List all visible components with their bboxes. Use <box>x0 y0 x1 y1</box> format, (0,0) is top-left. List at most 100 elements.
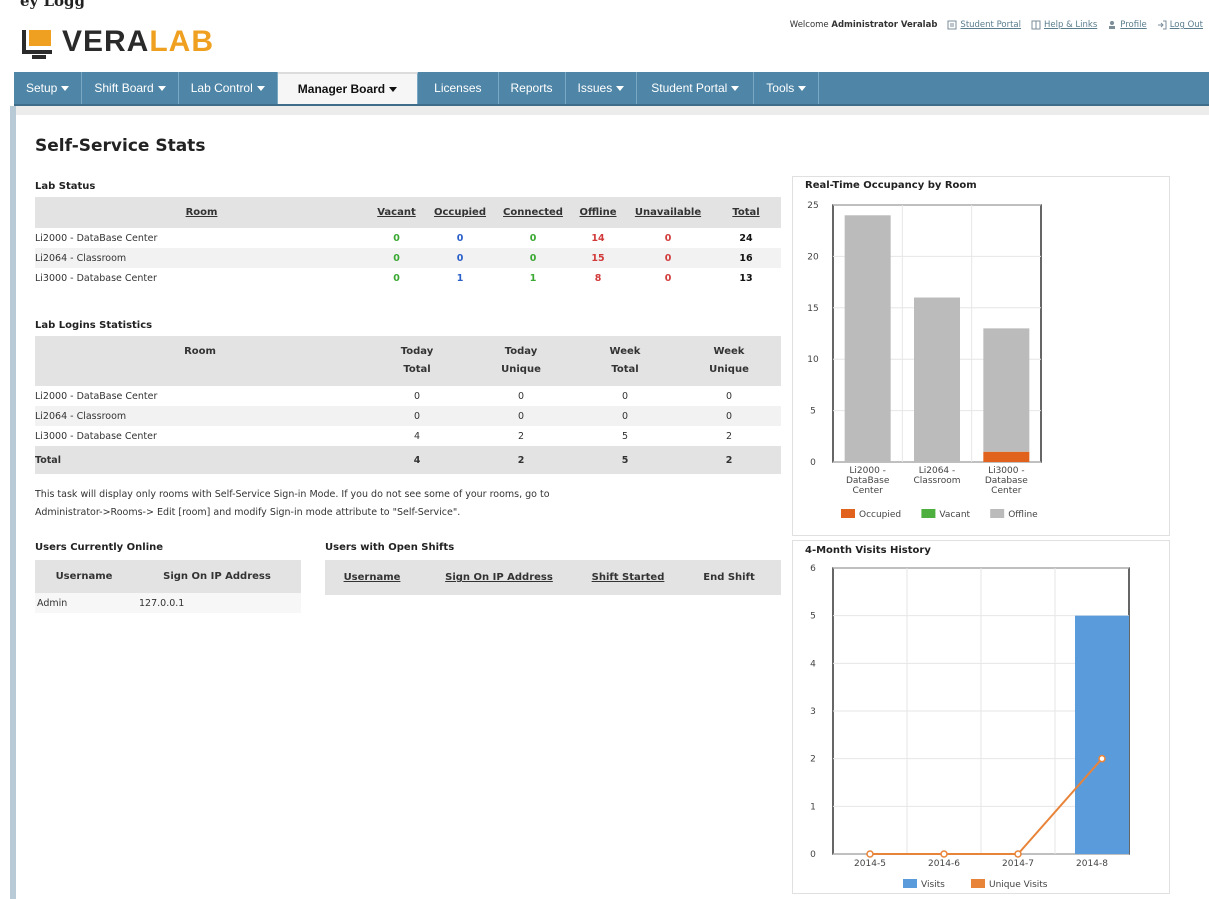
total-count: 16 <box>711 248 781 268</box>
y-tick-label: 15 <box>807 304 818 314</box>
table-row: Li2000 - DataBase Center 0 0 0 14 0 24 <box>35 228 781 248</box>
help-links-link[interactable]: Help & Links <box>1031 20 1097 30</box>
x-tick-label: Center <box>991 486 1022 496</box>
logo-text-vera: VERA <box>62 25 150 58</box>
table-row: Li2064 - Classroom 0 0 0 15 0 16 <box>35 248 781 268</box>
nav-tools-label: Tools <box>766 81 795 95</box>
unavailable-count: 0 <box>664 272 672 284</box>
student-portal-link[interactable]: Student Portal <box>947 20 1021 30</box>
nav-student-portal[interactable]: Student Portal <box>637 72 755 104</box>
x-tick-label: 2014-8 <box>1076 859 1108 869</box>
nav-reports[interactable]: Reports <box>499 72 566 104</box>
col-username[interactable]: Username <box>325 560 419 595</box>
col-shift-started[interactable]: Shift Started <box>579 560 677 595</box>
nav-shift-board[interactable]: Shift Board <box>82 72 179 104</box>
col-week-total-line2: Total <box>611 364 639 375</box>
col-vacant-label: Vacant <box>377 207 416 218</box>
nav-licenses-label: Licenses <box>434 81 482 95</box>
legend-label: Offline <box>1008 510 1038 520</box>
col-offline[interactable]: Offline <box>571 197 625 228</box>
col-username: Username <box>35 560 133 593</box>
col-occupied[interactable]: Occupied <box>425 197 495 228</box>
point-unique-visits <box>940 850 948 858</box>
y-tick-label: 2 <box>810 755 816 765</box>
legend-swatch <box>903 879 917 888</box>
users-online-title: Users Currently Online <box>35 542 164 553</box>
offline-count: 14 <box>591 232 605 244</box>
clipped-top-text: ey Logg <box>0 0 1209 10</box>
note-line-2: Administrator->Rooms-> Edit [room] and m… <box>35 507 461 518</box>
x-tick-label: Classroom <box>914 476 961 486</box>
logout-icon <box>1157 20 1167 30</box>
nav-issues[interactable]: Issues <box>566 72 638 104</box>
connected-count: 0 <box>529 232 537 244</box>
nav-lab-control[interactable]: Lab Control <box>179 72 278 104</box>
caret-down-icon <box>389 86 398 92</box>
col-connected[interactable]: Connected <box>495 197 571 228</box>
col-week-unique-line1: Week <box>713 346 745 357</box>
legend-swatch <box>971 879 985 888</box>
col-sign-on-ip-label: Sign On IP Address <box>163 571 271 582</box>
week-unique: 2 <box>725 430 733 442</box>
point-unique-visits <box>1014 850 1022 858</box>
col-total[interactable]: Total <box>711 197 781 228</box>
room-name: Li2000 - DataBase Center <box>35 390 158 402</box>
lab-status-table: Room Vacant Occupied Connected Offline U… <box>35 197 781 288</box>
nav-setup[interactable]: Setup <box>14 72 83 104</box>
col-sign-on-ip[interactable]: Sign On IP Address <box>419 560 579 595</box>
lab-logins-title: Lab Logins Statistics <box>35 320 153 331</box>
y-tick-label: 5 <box>810 612 816 622</box>
bar-occupied <box>983 451 1030 462</box>
profile-link[interactable]: Profile <box>1107 20 1147 30</box>
nav-manager-board[interactable]: Manager Board <box>277 72 419 104</box>
total-count: 24 <box>739 232 753 244</box>
note-line-1: This task will display only rooms with S… <box>35 489 550 500</box>
y-tick-label: 0 <box>810 458 816 468</box>
col-week-total-line1: Week <box>609 346 641 357</box>
veralab-logo[interactable]: VERALAB <box>22 24 214 60</box>
self-service-note: This task will display only rooms with S… <box>35 486 735 522</box>
week-total: 0 <box>573 406 677 426</box>
x-tick-label: Li2064 - <box>919 466 956 476</box>
col-shift-started-label: Shift Started <box>591 572 665 583</box>
week-total: 0 <box>621 390 629 402</box>
nav-issues-label: Issues <box>577 81 613 95</box>
online-ip-address: 127.0.0.1 <box>139 597 185 609</box>
col-offline-label: Offline <box>579 207 617 218</box>
occupancy-chart-title: Real-Time Occupancy by Room <box>805 180 977 191</box>
logout-link[interactable]: Log Out <box>1157 20 1203 30</box>
x-tick-label: 2014-6 <box>928 859 960 869</box>
unavailable-count: 0 <box>625 248 711 268</box>
point-unique-visits <box>1098 754 1106 763</box>
logo-monitor-icon <box>22 24 56 60</box>
main-nav: Setup Shift Board Lab Control Manager Bo… <box>14 72 1209 106</box>
occupancy-chart: 0510152025Li2000 -DataBaseCenterLi2064 -… <box>807 201 1042 520</box>
legend-swatch <box>990 509 1005 518</box>
col-vacant[interactable]: Vacant <box>368 197 425 228</box>
y-tick-label: 3 <box>810 707 816 717</box>
y-tick-label: 1 <box>810 802 816 812</box>
total-row: Total 4 2 5 2 <box>35 446 781 474</box>
table-row: Admin 127.0.0.1 <box>35 593 301 613</box>
col-username-label: Username <box>343 572 401 583</box>
occupied-count: 0 <box>456 232 464 244</box>
bar-offline <box>844 215 891 462</box>
open-shifts-table: Username Sign On IP Address Shift Starte… <box>325 560 781 595</box>
col-room[interactable]: Room <box>35 197 368 228</box>
week-unique: 0 <box>725 390 733 402</box>
offline-count: 8 <box>594 272 602 284</box>
nav-shift-board-label: Shift Board <box>94 81 154 95</box>
visits-chart: 0 1 2 3 4 5 6 2014-5 2014-6 2014-7 2014-8 Visits Uni… <box>810 564 1130 890</box>
col-sign-on-ip-label: Sign On IP Address <box>445 572 553 583</box>
welcome-text: Welcome Administrator Veralab <box>790 20 938 30</box>
y-tick-label: 4 <box>810 659 816 669</box>
bar-visits <box>1075 615 1129 854</box>
portal-icon <box>947 20 957 30</box>
nav-licenses[interactable]: Licenses <box>418 72 499 104</box>
nav-tools[interactable]: Tools <box>754 72 820 104</box>
open-shifts-title: Users with Open Shifts <box>325 542 455 553</box>
col-unavailable[interactable]: Unavailable <box>625 197 711 228</box>
today-unique-sum: 2 <box>469 446 573 474</box>
nav-reports-label: Reports <box>510 81 553 95</box>
col-total-label: Total <box>732 207 760 218</box>
